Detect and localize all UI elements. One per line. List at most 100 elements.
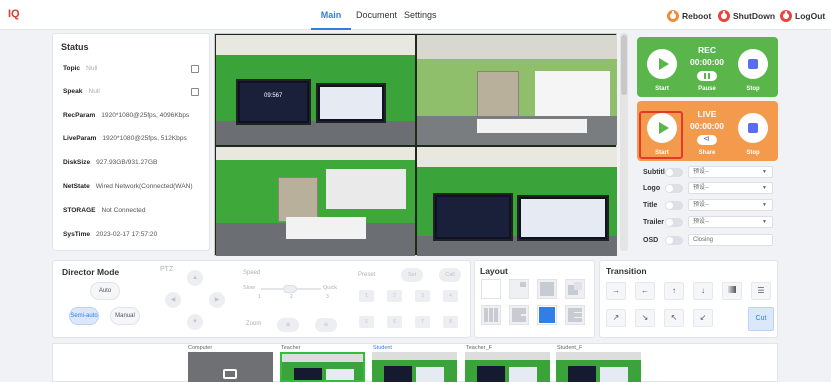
play-icon (659, 122, 669, 134)
subtitle-select[interactable]: 预设-- ▼ (688, 166, 773, 178)
ptz-left-icon[interactable]: ◀ (165, 292, 181, 308)
mode-semi-auto-button[interactable]: Semi-auto (69, 307, 99, 325)
osd-toggle[interactable] (665, 236, 683, 245)
tab-settings[interactable]: Settings (404, 0, 437, 30)
subtitle-toggle[interactable] (665, 168, 683, 177)
title-select[interactable]: 预设-- ▼ (688, 199, 773, 211)
layout-overlap-icon[interactable] (565, 279, 585, 299)
thumb-student[interactable] (372, 352, 457, 382)
arrow-down-icon[interactable]: ↓ (693, 282, 713, 300)
logo-toggle[interactable] (665, 184, 683, 193)
rec-stop-button[interactable] (738, 49, 768, 79)
status-row-topic: Topic Null (63, 65, 97, 72)
layout-split-2-icon[interactable] (537, 279, 557, 299)
thumb-teacher[interactable] (280, 352, 365, 382)
rec-timer: 00:00:00 (689, 57, 725, 67)
preset-button[interactable]: 7 (415, 316, 430, 328)
power-icon (780, 10, 792, 22)
preset-button[interactable]: 5 (359, 316, 374, 328)
layout-quad-icon[interactable] (537, 305, 557, 325)
zoom-in-icon[interactable]: ⊕ (277, 318, 299, 332)
ptz-up-icon[interactable]: ▲ (187, 270, 203, 286)
status-value: Wired Network(Connected(WAN) (95, 183, 193, 190)
mode-auto-button[interactable]: Auto (90, 282, 120, 300)
arrow-up-right-icon[interactable]: ↗ (606, 309, 626, 327)
ptz-down-icon[interactable]: ▼ (187, 314, 203, 330)
preset-call-button[interactable]: Call (439, 268, 461, 282)
overlay-label: Title (643, 201, 658, 209)
thumb-student-f[interactable] (556, 352, 641, 382)
zoom-out-icon[interactable]: ⊖ (315, 318, 337, 332)
status-key: NetState (63, 183, 90, 190)
layout-single-icon[interactable] (481, 279, 501, 299)
shutdown-button[interactable]: ShutDown (718, 9, 775, 23)
status-key: RecParam (63, 112, 96, 119)
preset-set-button[interactable]: Set (401, 268, 423, 282)
speed-slider-handle[interactable] (283, 285, 297, 293)
camera-view-student[interactable] (417, 35, 617, 145)
layout-title: Layout (480, 266, 508, 276)
rec-pause-button[interactable] (697, 71, 717, 81)
preview-scrollbar[interactable] (620, 33, 628, 251)
mode-manual-button[interactable]: Manual (110, 307, 140, 325)
reboot-button[interactable]: Reboot (667, 9, 711, 23)
thumb-teacher-f[interactable] (465, 352, 550, 382)
status-value: Not Connected (101, 207, 146, 214)
screen-clock: 09:567 (264, 93, 283, 99)
status-value: 2023-02-17 17:57:20 (96, 231, 158, 238)
edit-icon[interactable] (191, 65, 199, 73)
speed-label: Speed (243, 270, 261, 276)
arrow-down-left-icon[interactable]: ↙ (693, 309, 713, 327)
osd-input[interactable]: Closing (688, 234, 773, 246)
overlay-label: OSD (643, 236, 659, 244)
layout-three-icon[interactable] (481, 305, 501, 325)
camera-view-student-f[interactable] (216, 147, 415, 256)
ptz-right-icon[interactable]: ▶ (209, 292, 225, 308)
fade-icon[interactable] (722, 282, 742, 300)
camera-view-teacher-f[interactable] (417, 147, 617, 256)
preset-button[interactable]: 2 (387, 290, 402, 302)
arrow-right-icon[interactable]: → (606, 282, 626, 300)
live-start-button[interactable] (647, 113, 677, 143)
trailer-toggle[interactable] (665, 218, 683, 227)
preset-button[interactable]: 1 (359, 290, 374, 302)
camera-view-teacher[interactable]: 09:567 (216, 35, 415, 145)
logout-button[interactable]: LogOut (780, 9, 825, 23)
select-value: 预设-- (693, 185, 709, 191)
preset-button[interactable]: 3 (415, 290, 430, 302)
wipe-icon[interactable]: ☰ (751, 282, 771, 300)
layout-multi-icon[interactable] (565, 305, 585, 325)
rec-title: REC (698, 45, 716, 55)
scrollbar-thumb[interactable] (621, 35, 627, 95)
preset-button[interactable]: 8 (443, 316, 458, 328)
tab-main[interactable]: Main (311, 0, 351, 30)
cut-button[interactable]: Cut (748, 307, 774, 331)
trailer-select[interactable]: 预设-- ▼ (688, 216, 773, 228)
tab-document[interactable]: Document (356, 0, 397, 30)
layout-pip-icon[interactable] (509, 279, 529, 299)
live-start-label: Start (655, 150, 669, 156)
live-share-label: Share (698, 150, 716, 156)
rec-start-button[interactable] (647, 49, 677, 79)
overlay-label: Trailer (643, 218, 665, 226)
arrow-up-icon[interactable]: ↑ (664, 282, 684, 300)
preset-button[interactable]: 4 (443, 290, 458, 302)
arrow-left-icon[interactable]: ← (635, 282, 655, 300)
live-title: LIVE (697, 109, 717, 119)
status-key: Speak (63, 88, 83, 95)
arrow-up-left-icon[interactable]: ↖ (664, 309, 684, 327)
live-stop-button[interactable] (738, 113, 768, 143)
video-preview[interactable]: 09:567 (214, 33, 617, 256)
title-toggle[interactable] (665, 201, 683, 210)
arrow-down-right-icon[interactable]: ↘ (635, 309, 655, 327)
status-value: Null (86, 65, 98, 72)
thumb-label-student-f: Student_F (557, 345, 583, 351)
logo-select[interactable]: 预设-- ▼ (688, 182, 773, 194)
layout-side-icon[interactable] (509, 305, 529, 325)
thumb-computer[interactable] (188, 352, 273, 382)
preset-button[interactable]: 6 (387, 316, 402, 328)
overlay-label: Subtitl (643, 168, 665, 176)
edit-icon[interactable] (191, 88, 199, 96)
live-share-button[interactable]: ⊲ (697, 134, 717, 145)
layout-panel: Layout (474, 260, 595, 338)
